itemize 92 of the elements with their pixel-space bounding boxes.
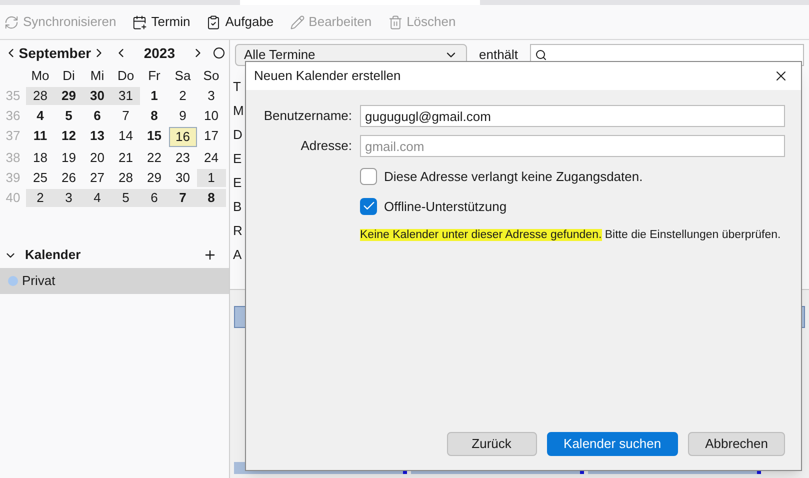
- calendar-day[interactable]: 8: [197, 189, 226, 207]
- calendar-day[interactable]: 13: [83, 127, 112, 147]
- calendar-day[interactable]: 8: [140, 107, 168, 125]
- calendar-item[interactable]: Privat: [0, 268, 229, 294]
- checkbox[interactable]: [360, 198, 377, 215]
- list-row-text: B: [233, 198, 242, 216]
- calendar-day[interactable]: 24: [197, 149, 226, 167]
- calendar-day[interactable]: 14: [112, 127, 140, 147]
- list-row-text: T: [233, 78, 241, 96]
- calendar-day[interactable]: 1: [197, 169, 226, 187]
- calendar-day[interactable]: 5: [54, 107, 83, 125]
- calendar-name: Privat: [22, 272, 56, 290]
- search-icon: [535, 49, 548, 61]
- calendar-day[interactable]: 7: [112, 107, 140, 125]
- week-number: 36: [4, 107, 22, 125]
- list-row-text: E: [233, 174, 242, 192]
- calendar-day[interactable]: 29: [54, 87, 83, 105]
- calendar-day[interactable]: 5: [112, 189, 140, 207]
- calendar-day[interactable]: 28: [26, 87, 54, 105]
- calendar-day[interactable]: 2: [26, 189, 54, 207]
- calendar-day[interactable]: 11: [26, 127, 54, 147]
- calendar-day[interactable]: 6: [140, 189, 168, 207]
- calendar-day[interactable]: 27: [83, 169, 112, 187]
- calendar-day[interactable]: 28: [112, 169, 140, 187]
- calendar-day[interactable]: 22: [140, 149, 168, 167]
- checkbox-label: Offline-Unterstützung: [384, 198, 507, 216]
- today-icon[interactable]: [213, 47, 225, 59]
- calendar-day[interactable]: 16: [168, 127, 197, 147]
- calendar-day[interactable]: 10: [197, 107, 226, 125]
- calendar-icon: [132, 14, 148, 30]
- calendar-day[interactable]: 4: [83, 189, 112, 207]
- clipboard-icon: [206, 14, 222, 30]
- text-field[interactable]: gmail.com: [360, 135, 785, 157]
- calendar-day[interactable]: 29: [140, 169, 168, 187]
- calendar-day[interactable]: 15: [140, 127, 168, 147]
- calendar-day[interactable]: 18: [26, 149, 54, 167]
- list-row-text: A: [233, 246, 242, 264]
- field-label: Adresse:: [300, 137, 352, 156]
- calendar-day[interactable]: 3: [197, 87, 226, 105]
- weekday-label: Do: [116, 67, 136, 85]
- calendar-day[interactable]: 9: [168, 107, 197, 125]
- week-number: 37: [4, 127, 22, 145]
- toolbar-button[interactable]: Aufgabe: [206, 12, 274, 32]
- list-row-text: D: [233, 126, 242, 144]
- list-row-text: M: [233, 102, 244, 120]
- calendar-day[interactable]: 12: [54, 127, 83, 147]
- calendar-day[interactable]: 30: [83, 87, 112, 105]
- field-label: Benutzername:: [262, 107, 352, 126]
- calendar-day[interactable]: 23: [168, 149, 197, 167]
- dialog-button[interactable]: Zurück: [446, 432, 537, 456]
- calendar-day[interactable]: 21: [112, 149, 140, 167]
- dialog-title: Neuen Kalender erstellen: [254, 67, 401, 86]
- toolbar-button[interactable]: Termin: [132, 12, 190, 32]
- list-row-text: E: [233, 150, 242, 168]
- weekday-label: So: [202, 67, 220, 85]
- calendar-day[interactable]: 4: [26, 107, 54, 125]
- calendar-day[interactable]: 30: [168, 169, 197, 187]
- week-number: 35: [4, 87, 22, 105]
- calendar-day[interactable]: 1: [140, 87, 168, 105]
- sync-icon: [4, 14, 19, 30]
- calendar-day[interactable]: 19: [54, 149, 83, 167]
- calendar-day[interactable]: 17: [197, 127, 226, 147]
- trash-icon: [388, 14, 403, 30]
- weekday-label: Mi: [89, 67, 106, 85]
- weekday-label: Mo: [30, 67, 50, 85]
- list-row-text: R: [233, 222, 242, 240]
- weekday-label: Di: [62, 67, 76, 85]
- year-label: 2023: [142, 44, 176, 62]
- calendar-day[interactable]: 2: [168, 87, 197, 105]
- filter-label: enthält: [479, 46, 518, 64]
- calendar-day[interactable]: 20: [83, 149, 112, 167]
- weekday-label: Fr: [147, 67, 162, 85]
- dialog-button[interactable]: Abbrechen: [688, 432, 785, 456]
- dialog-button[interactable]: Kalender suchen: [546, 432, 678, 456]
- calendar-day[interactable]: 3: [54, 189, 83, 207]
- calendar-day[interactable]: 26: [54, 169, 83, 187]
- error-message: Keine Kalender unter dieser Adresse gefunden. Bitte die Einstellungen überprüfen.: [360, 228, 782, 243]
- text-field[interactable]: gugugugl@gmail.com: [360, 105, 785, 127]
- week-number: 39: [4, 169, 22, 187]
- weekday-label: Sa: [174, 67, 192, 85]
- week-number: 38: [4, 149, 22, 167]
- calendar-day[interactable]: 31: [112, 87, 140, 105]
- month-label: September: [18, 44, 92, 63]
- calendar-day[interactable]: 25: [26, 169, 54, 187]
- checkbox[interactable]: [360, 168, 377, 186]
- calendar-day[interactable]: 7: [168, 189, 197, 207]
- pencil-icon: [290, 14, 305, 30]
- section-title: Kalender: [25, 246, 82, 264]
- checkbox-label: Diese Adresse verlangt keine Zugangsdaten.: [384, 168, 643, 186]
- calendar-day[interactable]: 6: [83, 107, 112, 125]
- add-icon[interactable]: [203, 248, 217, 262]
- week-number: 40: [4, 189, 22, 207]
